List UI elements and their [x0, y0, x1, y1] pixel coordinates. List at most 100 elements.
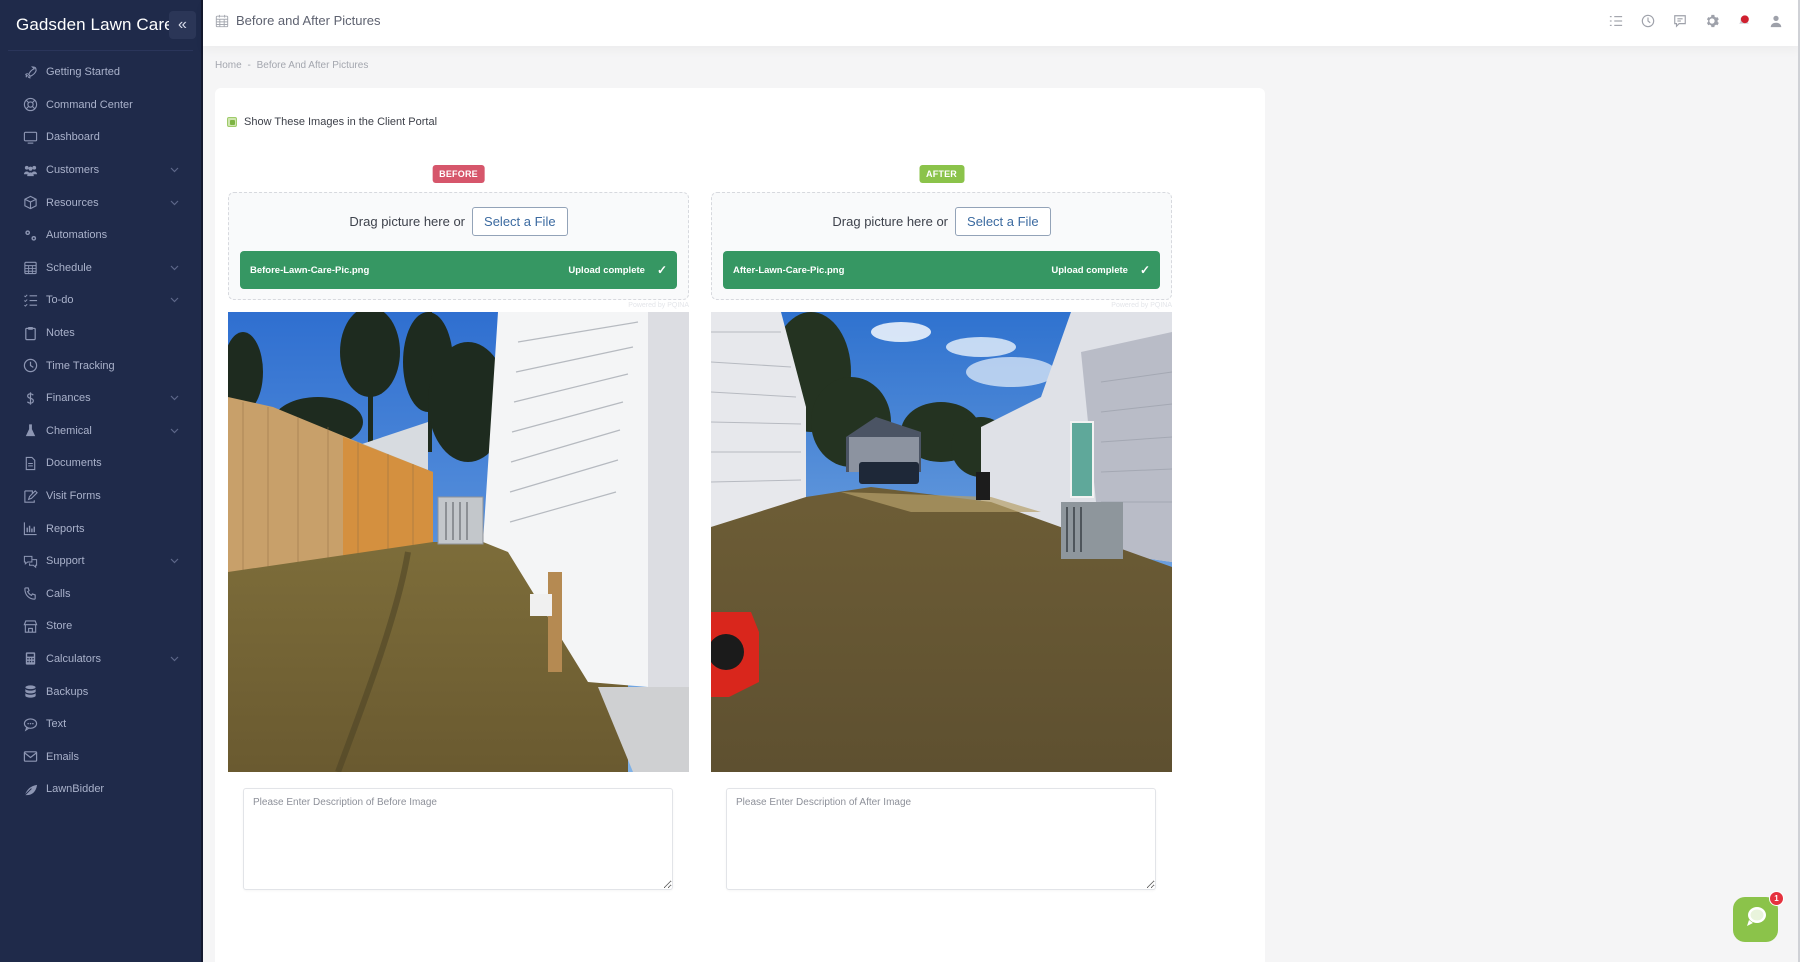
sidebar-item-label: Notes [46, 327, 75, 340]
breadcrumb: Home - Before And After Pictures [215, 60, 371, 71]
flask-icon [22, 423, 38, 439]
sidebar-item-command-center[interactable]: Command Center [0, 89, 201, 122]
sidebar-item-label: Getting Started [46, 66, 120, 79]
chevron-down-icon[interactable] [170, 393, 179, 403]
sms-icon [22, 716, 38, 732]
sidebar-item-finances[interactable]: Finances [0, 382, 201, 415]
sidebar-item-label: Visit Forms [46, 490, 101, 503]
after-file-name: After-Lawn-Care-Pic.png [733, 264, 845, 276]
dollar-icon [22, 390, 38, 406]
chevron-down-icon[interactable] [170, 263, 179, 273]
sidebar-item-label: Calculators [46, 652, 102, 665]
sidebar-item-automations[interactable]: Automations [0, 219, 201, 252]
chat-widget-button[interactable]: 1 [1733, 891, 1784, 942]
after-description-textarea[interactable] [726, 788, 1156, 890]
before-select-file-button[interactable]: Select a File [472, 207, 568, 236]
client-portal-checkbox[interactable]: Show These Images in the Client Portal [227, 116, 437, 128]
sidebar-item-dashboard[interactable]: Dashboard [0, 121, 201, 154]
after-dropzone[interactable]: Drag picture here or Select a File After… [711, 192, 1172, 300]
chevron-down-icon[interactable] [170, 556, 179, 566]
list-settings-icon[interactable] [1608, 13, 1624, 29]
before-after-card: Show These Images in the Client Portal B… [215, 88, 1265, 962]
sidebar-item-getting-started[interactable]: Getting Started [0, 56, 201, 89]
collapse-sidebar-button[interactable]: « [169, 11, 196, 39]
chevron-down-icon[interactable] [170, 198, 179, 208]
sidebar-item-time-tracking[interactable]: Time Tracking [0, 349, 201, 382]
gears-icon [22, 227, 38, 243]
sidebar-item-label: Backups [46, 685, 89, 698]
brand: Gadsden Lawn Care [16, 12, 174, 38]
sidebar-item-text[interactable]: Text [0, 708, 201, 741]
sidebar-item-label: Resources [46, 196, 99, 209]
client-portal-label: Show These Images in the Client Portal [244, 116, 438, 128]
sidebar-item-documents[interactable]: Documents [0, 447, 201, 480]
rocket-icon [22, 64, 38, 80]
before-image [228, 312, 689, 772]
upload-status: Upload complete [568, 264, 645, 276]
sidebar-item-label: Documents [46, 457, 102, 470]
sidebar-item-customers[interactable]: Customers [0, 154, 201, 187]
after-select-file-button[interactable]: Select a File [955, 207, 1051, 236]
lifebuoy-icon [22, 97, 38, 113]
monitor-icon [22, 129, 38, 145]
sidebar-item-label: Finances [46, 392, 91, 405]
clock-icon[interactable] [1640, 13, 1656, 29]
before-tag: BEFORE [432, 165, 485, 183]
sidebar-item-notes[interactable]: Notes [0, 317, 201, 350]
chevron-down-icon[interactable] [170, 165, 179, 175]
sidebar-item-label: Time Tracking [46, 359, 115, 372]
chat-notification-badge: 1 [1769, 891, 1784, 906]
sidebar-item-reports[interactable]: Reports [0, 512, 201, 545]
chat-bubbles-icon [22, 553, 38, 569]
before-file-name: Before-Lawn-Care-Pic.png [250, 264, 370, 276]
sidebar-item-lawnbidder[interactable]: LawnBidder [0, 773, 201, 806]
sidebar-item-label: LawnBidder [46, 783, 105, 796]
sidebar-item-label: Customers [46, 164, 100, 177]
sidebar-item-label: Schedule [46, 261, 92, 274]
sidebar-item-support[interactable]: Support [0, 545, 201, 578]
divider [8, 50, 193, 51]
sidebar-item-to-do[interactable]: To-do [0, 284, 201, 317]
notification-bell-icon[interactable] [1736, 13, 1752, 29]
powered-by-label: Powered by PQINA [1111, 302, 1172, 309]
message-icon[interactable] [1672, 13, 1688, 29]
chevron-down-icon[interactable] [170, 295, 179, 305]
sidebar-item-resources[interactable]: Resources [0, 186, 201, 219]
sidebar-item-label: Reports [46, 522, 85, 535]
sidebar-item-backups[interactable]: Backups [0, 675, 201, 708]
before-description-textarea[interactable] [243, 788, 673, 890]
breadcrumb-home[interactable]: Home [215, 60, 242, 71]
sidebar-item-emails[interactable]: Emails [0, 740, 201, 773]
box-icon [22, 195, 38, 211]
sidebar-item-visit-forms[interactable]: Visit Forms [0, 480, 201, 513]
checklist-icon [22, 292, 38, 308]
page-title: Before and After Pictures [236, 13, 381, 28]
sidebar-item-calculators[interactable]: Calculators [0, 643, 201, 676]
database-icon [22, 684, 38, 700]
sidebar-item-chemical[interactable]: Chemical [0, 415, 201, 448]
sidebar-item-label: Automations [46, 229, 108, 242]
upload-status: Upload complete [1051, 264, 1128, 276]
breadcrumb-separator: - [247, 60, 251, 71]
sidebar-item-label: Emails [46, 750, 80, 763]
sidebar-item-label: Text [46, 718, 67, 731]
document-icon [22, 455, 38, 471]
chat-bubbles-icon [1743, 904, 1769, 935]
sidebar-item-label: Store [46, 620, 73, 633]
envelope-icon [22, 749, 38, 765]
leaf-icon [22, 781, 38, 797]
before-dropzone[interactable]: Drag picture here or Select a File Befor… [228, 192, 689, 300]
sidebar-item-schedule[interactable]: Schedule [0, 252, 201, 285]
sidebar-item-label: Chemical [46, 424, 92, 437]
gear-icon[interactable] [1704, 13, 1720, 29]
chevron-down-icon[interactable] [170, 426, 179, 436]
breadcrumb-current: Before And After Pictures [256, 60, 369, 71]
after-upload-status-bar: After-Lawn-Care-Pic.png Upload complete … [723, 251, 1160, 289]
chevron-down-icon[interactable] [170, 654, 179, 664]
sidebar-item-store[interactable]: Store [0, 610, 201, 643]
store-icon [22, 618, 38, 634]
sidebar-item-calls[interactable]: Calls [0, 578, 201, 611]
sidebar-item-label: Calls [46, 587, 71, 600]
user-icon[interactable] [1768, 13, 1784, 29]
checkbox-checked[interactable] [227, 117, 237, 127]
